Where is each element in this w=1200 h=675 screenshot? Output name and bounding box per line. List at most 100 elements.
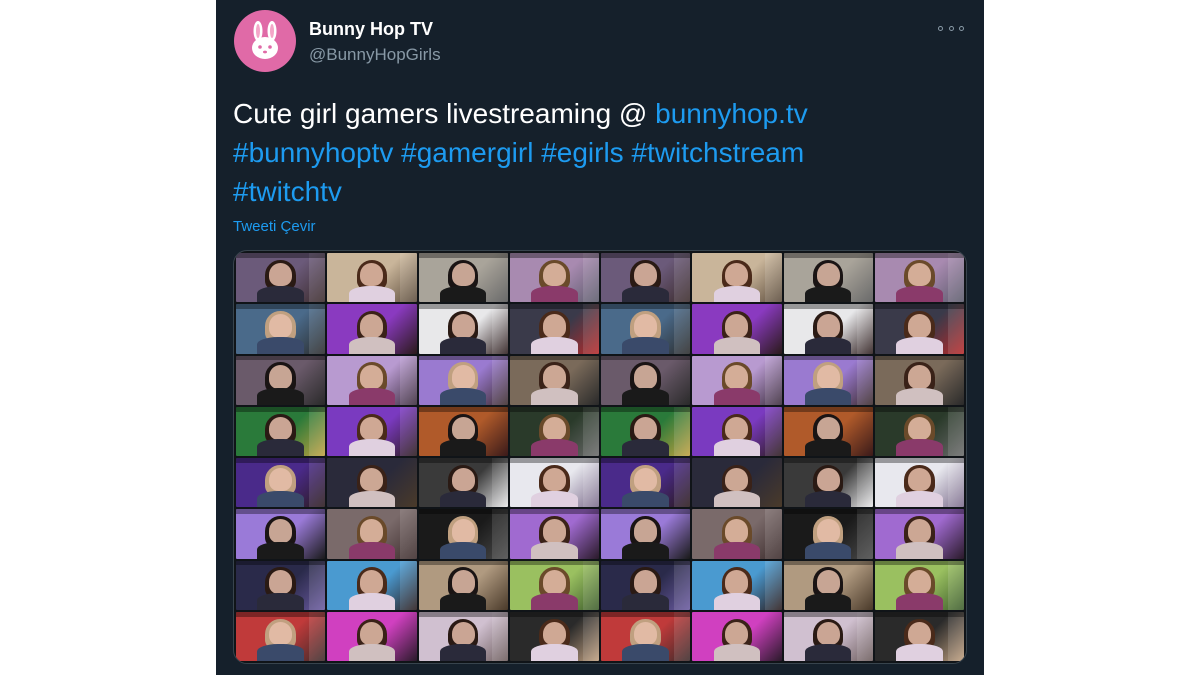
stream-overlay-bar <box>874 611 964 617</box>
streamer-body <box>804 541 852 559</box>
streamer-body <box>804 644 852 661</box>
stream-chat-panel <box>947 304 964 354</box>
more-options-icon[interactable] <box>938 18 964 38</box>
streamer-face <box>816 621 840 646</box>
stream-overlay-bar <box>874 253 964 258</box>
streamer-face <box>725 262 749 287</box>
streamer-body <box>713 336 761 354</box>
stream-chat-panel <box>856 458 873 508</box>
stream-tile <box>783 253 873 303</box>
stream-chat-panel <box>947 406 964 456</box>
stream-tile <box>783 304 873 354</box>
streamer-face <box>634 570 658 594</box>
stream-tile <box>236 406 326 456</box>
streamer-body <box>257 541 304 559</box>
streamer-face <box>542 365 566 389</box>
stream-overlay-bar <box>874 560 964 566</box>
stream-chat-panel <box>309 458 326 508</box>
avatar[interactable] <box>234 10 296 72</box>
tweet-card: Bunny Hop TV @BunnyHopGirls Cute girl ga… <box>216 0 984 675</box>
streamer-face <box>907 621 931 646</box>
streamer-face <box>269 467 293 492</box>
streamer-face <box>725 519 749 543</box>
streamer-body <box>439 336 487 354</box>
stream-overlay-bar <box>418 253 508 258</box>
streamer-body <box>713 388 761 405</box>
streamer-face <box>542 519 566 543</box>
streamer-face <box>542 314 566 338</box>
stream-overlay-bar <box>783 611 873 617</box>
streamer-face <box>542 570 566 594</box>
hashtag[interactable]: #gamergirl <box>401 137 533 168</box>
tweet-link[interactable]: bunnyhop.tv <box>655 98 808 129</box>
streamer-body <box>622 541 669 559</box>
stream-chat-panel <box>674 560 691 610</box>
streamer-body <box>348 490 396 508</box>
stream-tile <box>327 253 417 303</box>
stream-overlay-bar <box>418 611 508 617</box>
streamer-body <box>622 336 669 354</box>
stream-overlay-bar <box>601 304 691 310</box>
streamer-face <box>360 314 384 338</box>
streamer-body <box>713 541 761 559</box>
stream-overlay-bar <box>509 304 599 310</box>
stream-tile <box>509 611 599 661</box>
stream-tile <box>509 458 599 508</box>
streamer-face <box>451 314 475 338</box>
stream-overlay-bar <box>236 355 326 361</box>
streamer-body <box>531 439 578 456</box>
stream-tile <box>509 560 599 610</box>
stream-overlay-bar <box>509 406 599 412</box>
stream-chat-panel <box>765 560 782 610</box>
streamer-face <box>269 262 293 287</box>
streamer-body <box>439 644 487 661</box>
stream-tile <box>874 253 964 303</box>
stream-tile <box>236 355 326 405</box>
stream-overlay-bar <box>601 458 691 463</box>
stream-tile <box>236 253 326 303</box>
stream-tile <box>236 611 326 661</box>
streamer-body <box>531 490 578 508</box>
stream-tile <box>692 458 782 508</box>
stream-chat-panel <box>309 560 326 610</box>
stream-tile <box>236 509 326 559</box>
streamer-body <box>713 490 761 508</box>
streamer-body <box>257 285 304 303</box>
user-handle[interactable]: @BunnyHopGirls <box>309 45 441 65</box>
streamer-body <box>896 644 943 661</box>
hashtag[interactable]: #twitchtv <box>233 176 342 207</box>
streamer-face <box>269 314 293 338</box>
stream-chat-panel <box>582 304 599 354</box>
stream-overlay-bar <box>783 560 873 566</box>
display-name[interactable]: Bunny Hop TV <box>309 19 433 40</box>
translate-tweet-link[interactable]: Tweeti Çevir <box>233 218 316 235</box>
streamer-body <box>257 439 304 456</box>
stream-overlay-bar <box>874 458 964 463</box>
streamer-body <box>804 388 852 405</box>
streamer-body <box>804 439 852 456</box>
stream-tile <box>874 304 964 354</box>
streamer-face <box>816 314 840 338</box>
stream-tile <box>874 560 964 610</box>
streamer-body <box>257 593 304 610</box>
tweet-media-image[interactable] <box>233 250 967 664</box>
streamer-body <box>439 285 487 303</box>
stream-tile <box>327 304 417 354</box>
stream-tile <box>692 304 782 354</box>
stream-chat-panel <box>400 253 417 303</box>
streamer-body <box>348 593 396 610</box>
hashtag[interactable]: #twitchstream <box>631 137 804 168</box>
streamer-face <box>816 262 840 287</box>
stream-overlay-bar <box>236 611 326 617</box>
streamer-body <box>348 285 396 303</box>
stream-chat-panel <box>582 406 599 456</box>
stream-tile <box>692 355 782 405</box>
hashtag[interactable]: #bunnyhoptv <box>233 137 393 168</box>
hashtag[interactable]: #egirls <box>541 137 623 168</box>
streamer-face <box>451 570 475 594</box>
stream-chat-panel <box>582 611 599 661</box>
stream-tile <box>327 509 417 559</box>
streamer-body <box>531 541 578 559</box>
streamer-face <box>907 467 931 492</box>
stream-tile <box>783 458 873 508</box>
